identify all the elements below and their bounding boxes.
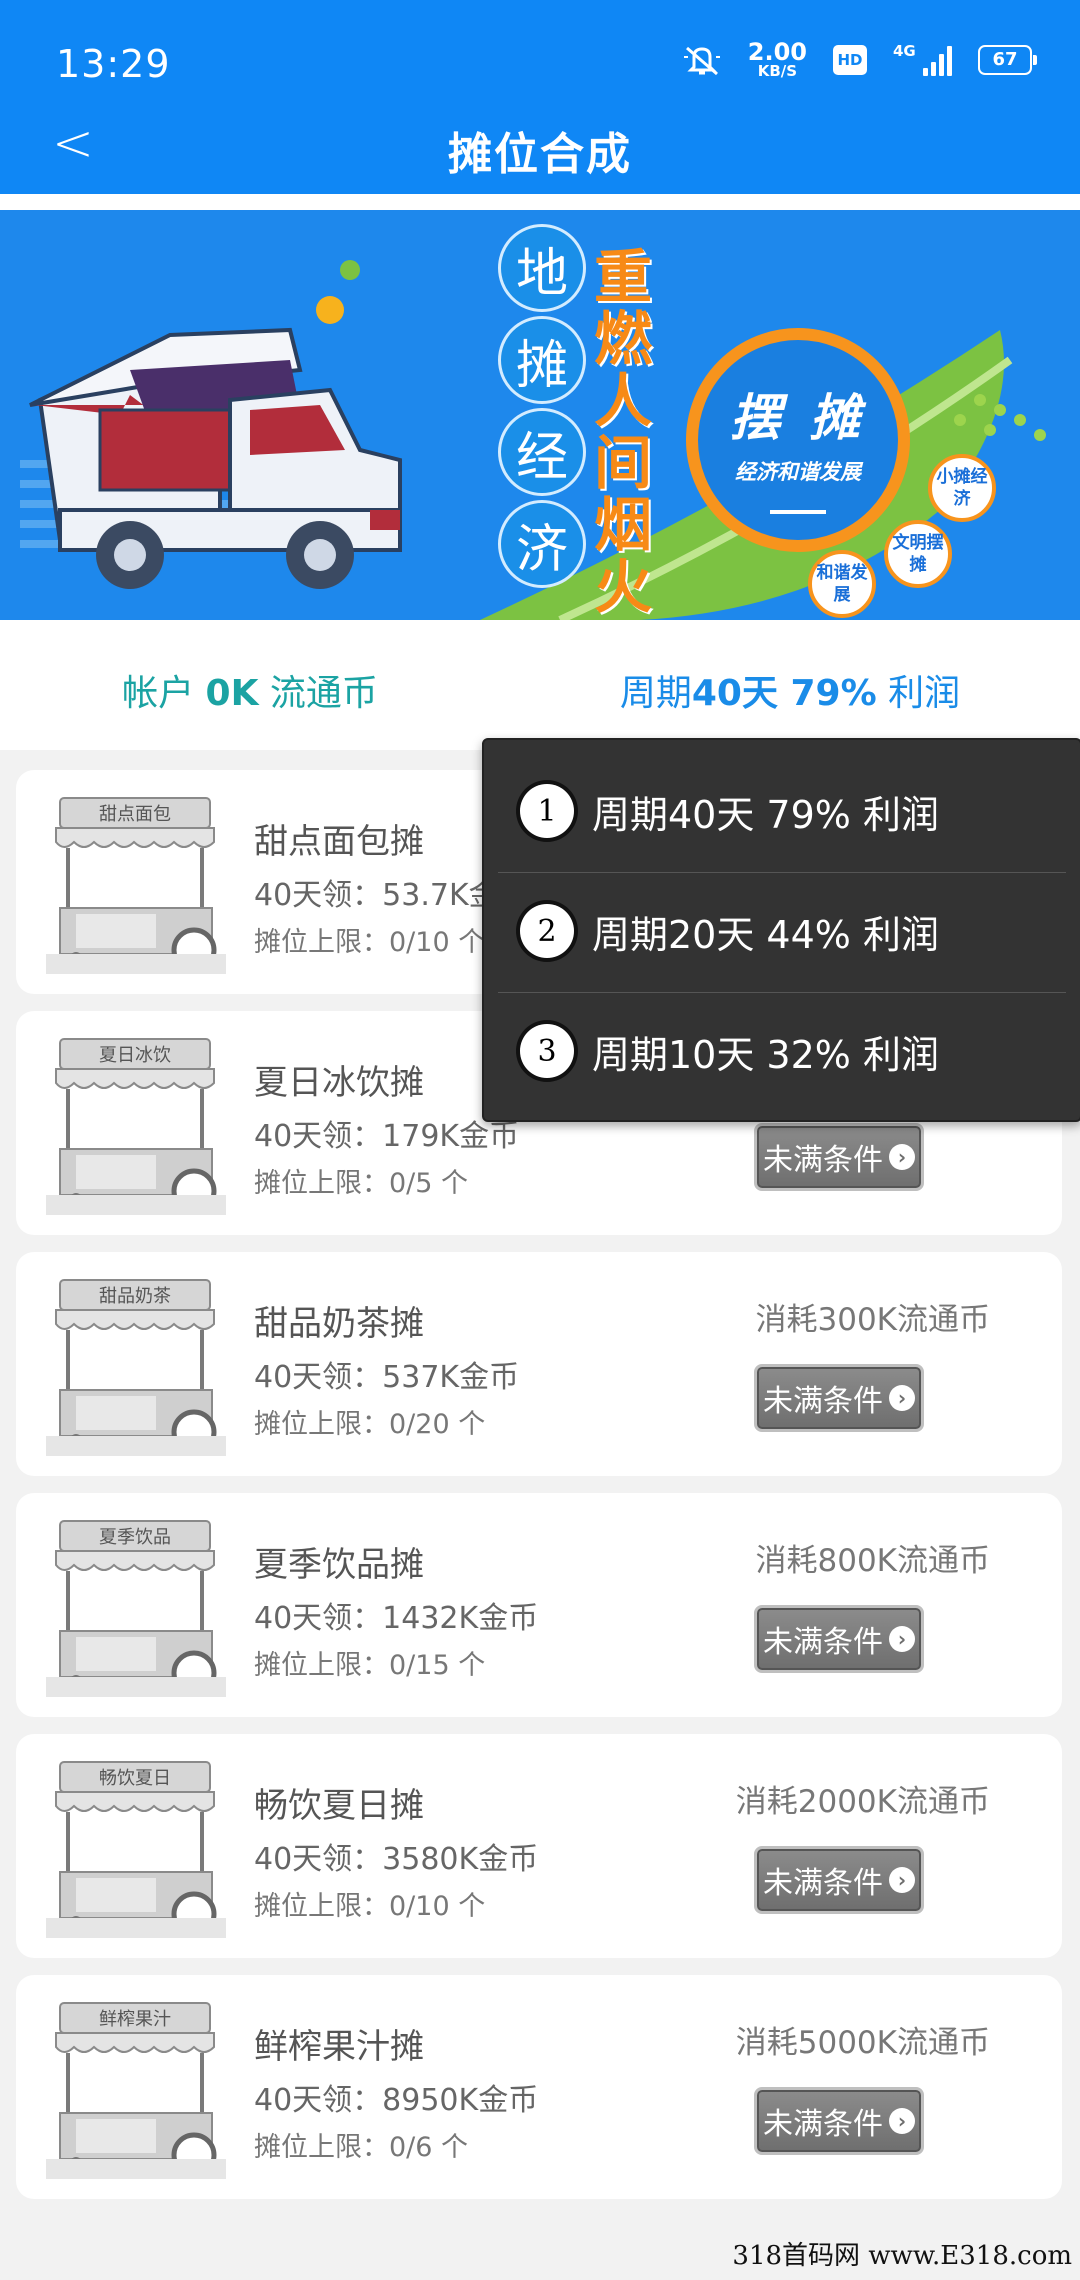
hd-badge: HD <box>833 44 867 75</box>
stall-cart-icon: 甜点面包 <box>46 797 226 974</box>
banner-char-4: 济 <box>498 500 586 588</box>
condition-not-met-button[interactable]: 未满条件 › <box>754 1364 924 1432</box>
account-value: 0K <box>205 673 259 714</box>
period-suffix: 利润 <box>876 673 961 714</box>
chevron-right-icon: › <box>889 1144 915 1170</box>
stall-name: 畅饮夏日摊 <box>254 1786 424 1826</box>
signal-icon: 4G <box>893 41 952 76</box>
stall-name: 甜品奶茶摊 <box>254 1304 424 1344</box>
stall-cost: 消耗5000K流通币 <box>735 2025 990 2061</box>
banner-main-subtitle: 经济和谐发展 <box>735 460 861 484</box>
period-option-20[interactable]: 2 周期20天 44% 利润 <box>484 872 1080 990</box>
net-speed-value: 2.00 <box>747 38 807 66</box>
stall-limit: 摊位上限：0/5 个 <box>254 1168 469 1199</box>
promo-banner: 地 摊 经 济 重燃人间烟火 摆 摊 经济和谐发展 小摊经济 文明摆摊 和谐发展 <box>0 210 1080 620</box>
net-speed-unit: KB/S <box>757 62 798 80</box>
stall-card-6: 鲜榨果汁 鲜榨果汁摊 40天领：8950K金币 摊位上限：0/6 个 消耗500… <box>16 1975 1062 2199</box>
condition-not-met-button[interactable]: 未满条件 › <box>754 1605 924 1673</box>
stall-reward: 40天领：537K金币 <box>254 1360 520 1395</box>
banner-tag-3: 和谐发展 <box>808 550 876 618</box>
stall-cost: 消耗2000K流通币 <box>735 1784 990 1820</box>
period-option-40[interactable]: 1 周期40天 79% 利润 <box>484 752 1080 870</box>
banner-char-3: 经 <box>498 408 586 496</box>
stall-limit: 摊位上限：0/10 个 <box>254 1891 486 1922</box>
svg-text:夏季饮品: 夏季饮品 <box>99 1527 171 1548</box>
condition-button-label: 未满条件 <box>763 2107 883 2142</box>
condition-not-met-button[interactable]: 未满条件 › <box>754 1846 924 1914</box>
stall-cost: 消耗300K流通币 <box>755 1302 991 1338</box>
condition-button-label: 未满条件 <box>763 1625 883 1660</box>
stall-card-5: 畅饮夏日 畅饮夏日摊 40天领：3580K金币 摊位上限：0/10 个 消耗20… <box>16 1734 1062 1958</box>
account-balance: 帐户 0K 流通币 <box>0 664 500 716</box>
svg-text:甜点面包: 甜点面包 <box>99 804 171 825</box>
header-divider <box>0 194 1080 210</box>
net-speed: 2.00 KB/S <box>748 40 807 79</box>
banner-slogan: 重燃人间烟火 <box>593 243 652 620</box>
svg-text:甜品奶茶: 甜品奶茶 <box>99 1286 171 1307</box>
banner-char-1: 地 <box>498 224 586 312</box>
stall-name: 甜点面包摊 <box>254 822 424 862</box>
condition-button-label: 未满条件 <box>763 1866 883 1901</box>
stall-reward: 40天领：3580K金币 <box>254 1842 539 1877</box>
period-selector[interactable]: 周期40天 79% 利润 <box>560 664 1020 716</box>
chevron-right-icon: › <box>889 2108 915 2134</box>
svg-text:鲜榨果汁: 鲜榨果汁 <box>99 2009 171 2030</box>
period-option-10[interactable]: 3 周期10天 32% 利润 <box>484 992 1080 1110</box>
status-time: 13:29 <box>56 42 171 86</box>
app-header: 13:29 2.00 KB/S HD 4G 67 < 摊位合成 <box>0 0 1080 194</box>
stall-limit: 摊位上限：0/20 个 <box>254 1409 486 1440</box>
chevron-right-icon: › <box>889 1867 915 1893</box>
stall-card-3: 甜品奶茶 甜品奶茶摊 40天领：537K金币 摊位上限：0/20 个 消耗300… <box>16 1252 1062 1476</box>
condition-not-met-button[interactable]: 未满条件 › <box>754 2087 924 2155</box>
option-label: 周期20天 44% 利润 <box>592 912 939 957</box>
network-type: 4G <box>893 41 916 60</box>
banner-char-2: 摊 <box>498 316 586 404</box>
status-icons: 2.00 KB/S HD 4G 67 <box>682 40 1037 79</box>
mute-bell-icon <box>682 43 722 77</box>
account-info-row: 帐户 0K 流通币 周期40天 79% 利润 <box>0 620 1080 750</box>
account-prefix: 帐户 <box>122 673 206 714</box>
svg-text:畅饮夏日: 畅饮夏日 <box>99 1768 171 1789</box>
chevron-right-icon: › <box>889 1385 915 1411</box>
stall-card-4: 夏季饮品 夏季饮品摊 40天领：1432K金币 摊位上限：0/15 个 消耗80… <box>16 1493 1062 1717</box>
option-number-badge: 3 <box>520 1024 574 1078</box>
option-number-badge: 1 <box>520 784 574 838</box>
stall-limit: 摊位上限：0/6 个 <box>254 2132 469 2163</box>
condition-button-label: 未满条件 <box>763 1384 883 1419</box>
banner-main-title: 摆 摊 <box>730 389 866 447</box>
period-prefix: 周期 <box>619 673 692 714</box>
stall-name: 夏日冰饮摊 <box>254 1063 424 1103</box>
banner-tag-2: 文明摆摊 <box>884 520 952 588</box>
svg-text:夏日冰饮: 夏日冰饮 <box>99 1045 171 1066</box>
option-label: 周期40天 79% 利润 <box>592 792 939 837</box>
stall-cart-icon: 畅饮夏日 <box>46 1761 226 1938</box>
period-dropdown-menu: 1 周期40天 79% 利润 2 周期20天 44% 利润 3 周期10天 32… <box>482 738 1080 1122</box>
stall-limit: 摊位上限：0/15 个 <box>254 1650 486 1681</box>
stall-cart-icon: 夏季饮品 <box>46 1520 226 1697</box>
stall-cart-icon: 鲜榨果汁 <box>46 2002 226 2179</box>
period-value: 40天 79% <box>691 673 877 714</box>
account-suffix: 流通币 <box>258 673 378 714</box>
condition-not-met-button[interactable]: 未满条件 › <box>754 1123 924 1191</box>
option-number-badge: 2 <box>520 904 574 958</box>
stall-reward: 40天领：1432K金币 <box>254 1601 539 1636</box>
page-title: 摊位合成 <box>448 129 632 180</box>
banner-tag-1: 小摊经济 <box>928 454 996 522</box>
option-label: 周期10天 32% 利润 <box>592 1032 939 1077</box>
watermark: 318首码网 www.E318.com <box>732 2241 1072 2271</box>
stall-name: 鲜榨果汁摊 <box>254 2027 424 2067</box>
stall-name: 夏季饮品摊 <box>254 1545 424 1585</box>
condition-button-label: 未满条件 <box>763 1143 883 1178</box>
battery-icon: 67 <box>978 44 1037 75</box>
chevron-right-icon: › <box>889 1626 915 1652</box>
stall-reward: 40天领：179K金币 <box>254 1119 520 1154</box>
stall-reward: 40天领：8950K金币 <box>254 2083 539 2118</box>
banner-main-badge: 摆 摊 经济和谐发展 <box>686 328 910 552</box>
stall-cart-icon: 夏日冰饮 <box>46 1038 226 1215</box>
banner-dash <box>770 510 826 514</box>
stall-cart-icon: 甜品奶茶 <box>46 1279 226 1456</box>
stall-limit: 摊位上限：0/10 个 <box>254 927 486 958</box>
stall-cost: 消耗800K流通币 <box>755 1543 991 1579</box>
